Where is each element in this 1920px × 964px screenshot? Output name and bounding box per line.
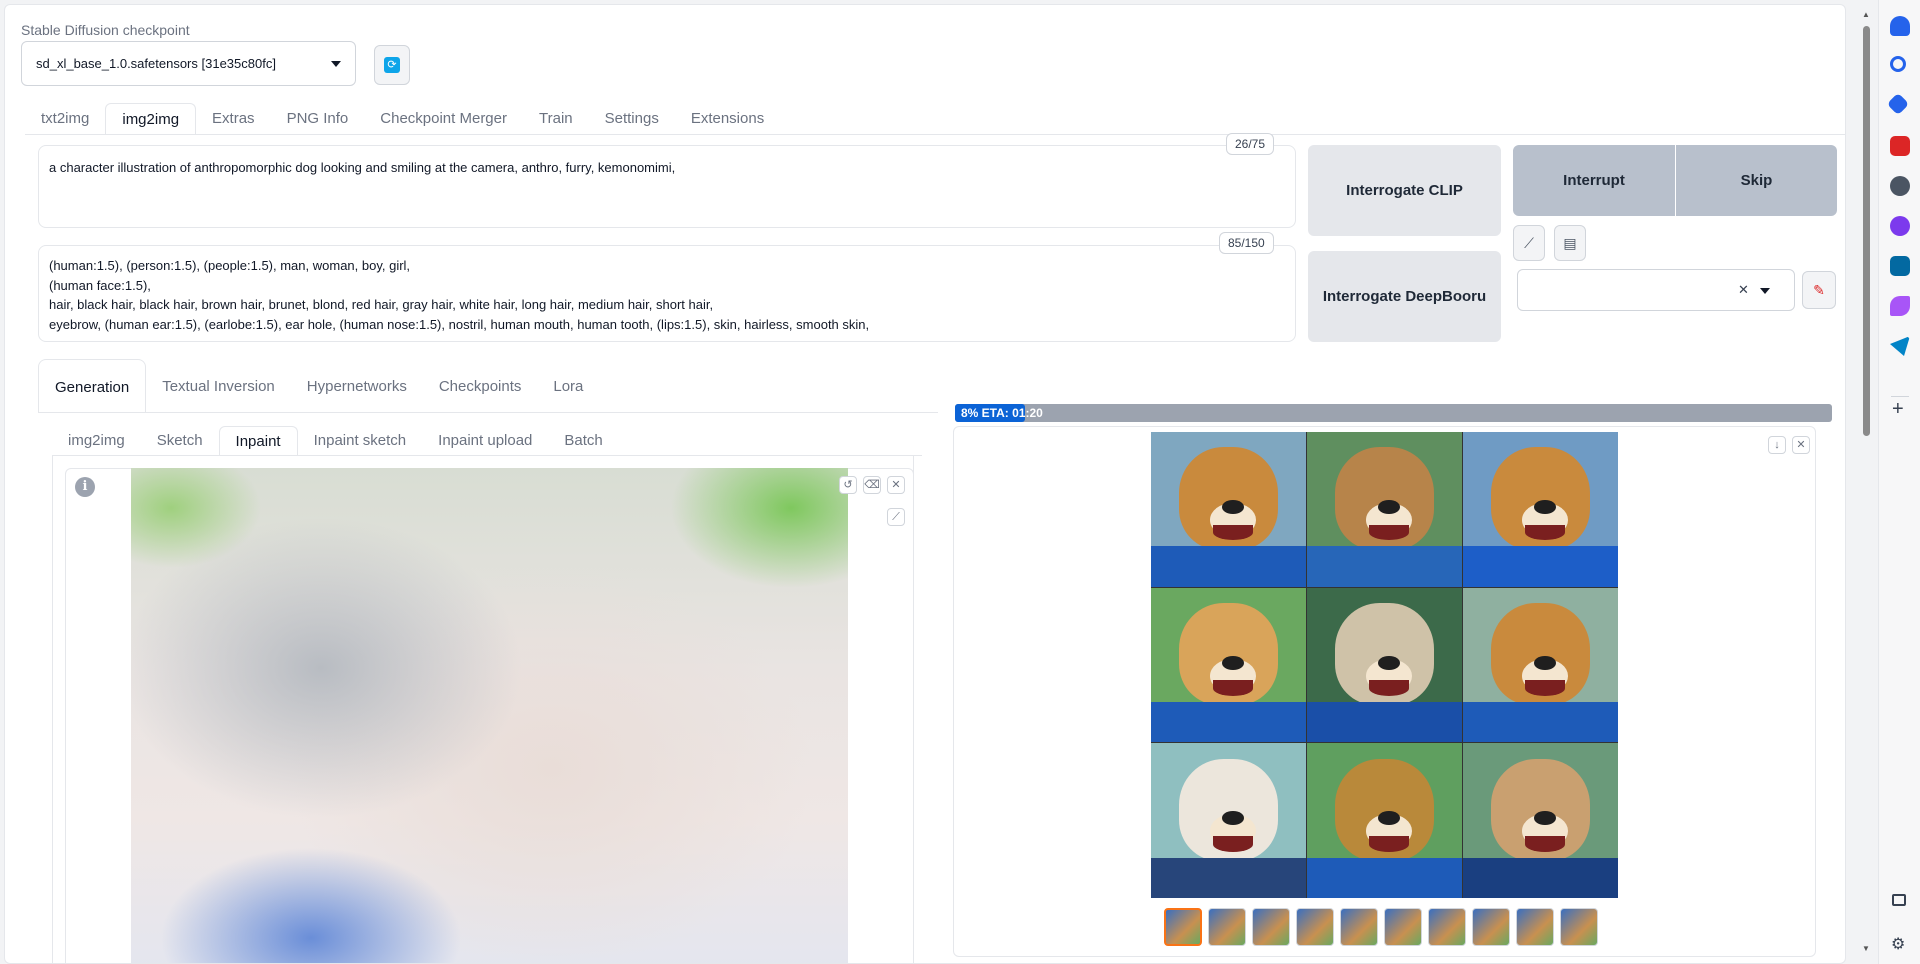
grid-tile	[1463, 587, 1618, 743]
grid-tile	[1151, 743, 1306, 898]
gallery-thumbnail[interactable]	[1516, 908, 1554, 946]
progress-label: 8% ETA: 01:20	[961, 406, 1043, 420]
tab-divider	[25, 134, 1845, 135]
inpaint-canvas-image[interactable]	[131, 468, 848, 963]
tab-img2img[interactable]: img2img	[105, 103, 197, 135]
tab-extensions[interactable]: Extensions	[675, 103, 780, 135]
tab-generation[interactable]: Generation	[38, 359, 147, 413]
page: Stable Diffusion checkpoint sd_xl_base_1…	[0, 0, 1920, 964]
grid-tile	[1307, 743, 1462, 898]
grid-tile	[1307, 432, 1462, 587]
chess-icon[interactable]	[1890, 176, 1910, 196]
tab-img2img-mode[interactable]: img2img	[52, 426, 141, 456]
add-icon[interactable]: +	[1892, 398, 1904, 421]
edit-style-button[interactable]: ⟋	[1513, 225, 1545, 261]
grid-tile	[1463, 432, 1618, 587]
generation-tab-divider	[38, 412, 938, 413]
main-tabs: txt2img img2img Extras PNG Info Checkpoi…	[25, 103, 780, 135]
refresh-icon: ⟳	[384, 57, 400, 73]
briefcase-icon[interactable]	[1890, 136, 1910, 156]
search-icon[interactable]	[1890, 56, 1906, 72]
apply-style-button[interactable]: ✎	[1802, 271, 1836, 309]
gallery-thumbnail[interactable]	[1560, 908, 1598, 946]
gallery-thumbnail[interactable]	[1208, 908, 1246, 946]
checkpoint-value: sd_xl_base_1.0.safetensors [31e35c80fc]	[36, 56, 276, 71]
negative-prompt-input[interactable]: (human:1.5), (person:1.5), (people:1.5),…	[38, 245, 1296, 342]
tab-checkpoints[interactable]: Checkpoints	[423, 359, 538, 413]
prompt-input[interactable]: a character illustration of anthropomorp…	[38, 145, 1296, 228]
tag-icon[interactable]	[1886, 92, 1910, 116]
eraser-icon[interactable]: ⌫	[863, 476, 881, 494]
pencil-icon: ⟋	[1524, 234, 1534, 251]
tab-hypernetworks[interactable]: Hypernetworks	[291, 359, 423, 413]
sidebar-divider	[1891, 396, 1909, 397]
gallery-thumbnails	[1164, 908, 1598, 946]
prompt-token-counter: 26/75	[1226, 133, 1275, 155]
tab-train[interactable]: Train	[523, 103, 589, 135]
bell-icon[interactable]	[1890, 16, 1910, 36]
tab-batch[interactable]: Batch	[548, 426, 618, 456]
tab-inpaint-upload[interactable]: Inpaint upload	[422, 426, 548, 456]
gallery-thumbnail[interactable]	[1252, 908, 1290, 946]
styles-select[interactable]: ✕	[1517, 269, 1795, 311]
copilot-icon[interactable]	[1890, 216, 1910, 236]
tab-inpaint-sketch[interactable]: Inpaint sketch	[298, 426, 423, 456]
tab-txt2img[interactable]: txt2img	[25, 103, 105, 135]
gallery-thumbnail[interactable]	[1384, 908, 1422, 946]
img2img-mode-tabs: img2img Sketch Inpaint Inpaint sketch In…	[52, 426, 619, 456]
tab-sketch[interactable]: Sketch	[141, 426, 219, 456]
gear-icon[interactable]: ⚙	[1891, 934, 1905, 954]
checkpoint-label: Stable Diffusion checkpoint	[21, 22, 190, 38]
trash-icon: ▤	[1563, 234, 1577, 251]
download-icon[interactable]: ↓	[1768, 436, 1786, 454]
scroll-down-arrow[interactable]: ▼	[1862, 944, 1870, 953]
chevron-down-icon	[1760, 288, 1770, 294]
grid-tile	[1151, 587, 1306, 743]
gallery-thumbnail[interactable]	[1428, 908, 1466, 946]
undo-icon[interactable]: ↺	[839, 476, 857, 494]
generation-tabs: Generation Textual Inversion Hypernetwor…	[38, 359, 599, 413]
progress-bar: 8% ETA: 01:20	[955, 404, 1832, 422]
tab-textual-inversion[interactable]: Textual Inversion	[146, 359, 291, 413]
tab-settings[interactable]: Settings	[589, 103, 675, 135]
gallery-thumbnail[interactable]	[1164, 908, 1202, 946]
tab-inpaint[interactable]: Inpaint	[218, 426, 298, 456]
page-scrollbar[interactable]: ▲ ▼	[1860, 10, 1872, 954]
send-icon[interactable]	[1890, 336, 1910, 356]
grid-tile	[1307, 587, 1462, 743]
interrupt-button[interactable]: Interrupt	[1513, 145, 1675, 216]
grid-tile	[1151, 432, 1306, 587]
clear-style-button[interactable]: ▤	[1554, 225, 1586, 261]
result-grid-image[interactable]	[1151, 432, 1618, 898]
skip-button[interactable]: Skip	[1676, 145, 1837, 216]
interrogate-clip-button[interactable]: Interrogate CLIP	[1308, 145, 1501, 236]
brush-size-icon[interactable]: ⟋	[887, 508, 905, 526]
scrollbar-thumb[interactable]	[1863, 26, 1870, 436]
tab-png-info[interactable]: PNG Info	[271, 103, 365, 135]
close-icon[interactable]: ✕	[1738, 282, 1749, 298]
gallery-thumbnail[interactable]	[1472, 908, 1510, 946]
scroll-up-arrow[interactable]: ▲	[1862, 10, 1870, 19]
checkpoint-select[interactable]: sd_xl_base_1.0.safetensors [31e35c80fc]	[21, 41, 356, 86]
tab-checkpoint-merger[interactable]: Checkpoint Merger	[364, 103, 523, 135]
gallery-thumbnail[interactable]	[1296, 908, 1334, 946]
brush-icon: ✎	[1813, 281, 1825, 298]
close-icon[interactable]: ✕	[1792, 436, 1810, 454]
negative-token-counter: 85/150	[1219, 232, 1274, 254]
chevron-down-icon	[331, 60, 341, 67]
info-icon[interactable]: i	[75, 477, 95, 497]
sidebar-toggle-icon[interactable]	[1892, 894, 1906, 906]
gallery-thumbnail[interactable]	[1340, 908, 1378, 946]
outlook-icon[interactable]	[1890, 256, 1910, 276]
close-icon[interactable]: ✕	[887, 476, 905, 494]
designer-icon[interactable]	[1890, 296, 1910, 316]
tab-extras[interactable]: Extras	[196, 103, 271, 135]
interrogate-deepbooru-button[interactable]: Interrogate DeepBooru	[1308, 251, 1501, 342]
webui-app: Stable Diffusion checkpoint sd_xl_base_1…	[4, 4, 1846, 964]
refresh-checkpoint-button[interactable]: ⟳	[374, 45, 410, 85]
browser-sidebar: + ⚙	[1878, 0, 1920, 964]
tab-lora[interactable]: Lora	[537, 359, 599, 413]
grid-tile	[1463, 743, 1618, 898]
